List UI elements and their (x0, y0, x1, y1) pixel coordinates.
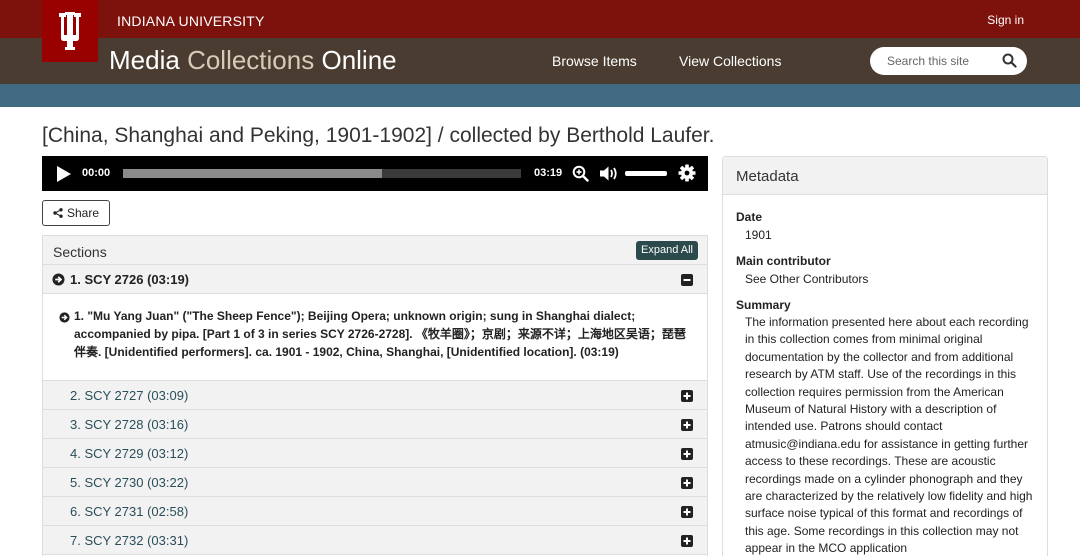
site-title-part3: Online (321, 45, 397, 75)
share-icon (53, 208, 63, 218)
share-label: Share (66, 206, 100, 220)
site-title-part2: Collections (187, 45, 315, 75)
section-row[interactable]: 5. SCY 2730 (03:22) (43, 468, 707, 497)
volume-icon[interactable] (599, 165, 619, 187)
metadata-panel: Metadata Date 1901 Main contributor See … (722, 156, 1048, 556)
expand-icon[interactable] (681, 418, 693, 436)
main-contributor-value: See Other Contributors (745, 272, 869, 286)
circle-arrow-right-icon (52, 273, 65, 291)
search-box (870, 47, 1027, 75)
trident-icon (59, 12, 81, 50)
section-row[interactable]: 6. SCY 2731 (02:58) (43, 497, 707, 526)
section-body: 1. "Mu Yang Juan" ("The Sheep Fence"); B… (43, 294, 707, 381)
section-row[interactable]: 4. SCY 2729 (03:12) (43, 439, 707, 468)
search-icon[interactable] (1002, 53, 1017, 73)
sections-title: Sections (53, 244, 107, 260)
site-title-part1: Media (109, 45, 180, 75)
accent-bar (0, 84, 1080, 107)
expand-icon[interactable] (681, 505, 693, 523)
section-row[interactable]: 7. SCY 2732 (03:31) (43, 526, 707, 555)
sign-in-link[interactable]: Sign in (987, 13, 1024, 27)
section-label: 5. SCY 2730 (03:22) (70, 475, 189, 490)
date-value: 1901 (745, 228, 772, 242)
section-row-open[interactable]: 1. SCY 2726 (03:19) (43, 265, 707, 294)
university-name[interactable]: INDIANA UNIVERSITY (117, 13, 265, 29)
section-item-link[interactable]: 1. "Mu Yang Juan" ("The Sheep Fence"); B… (74, 307, 694, 361)
expand-icon[interactable] (681, 476, 693, 494)
duration-time: 03:19 (534, 167, 563, 179)
current-time: 00:00 (82, 167, 111, 179)
expand-icon[interactable] (681, 534, 693, 552)
search-input[interactable] (887, 54, 997, 68)
play-icon[interactable] (56, 165, 72, 188)
metadata-title: Metadata (736, 168, 799, 185)
page-title: [China, Shanghai and Peking, 1901-1902] … (42, 124, 715, 147)
site-title[interactable]: Media Collections Online (109, 45, 397, 76)
collapse-icon[interactable] (681, 273, 693, 291)
section-label: 1. SCY 2726 (03:19) (70, 272, 189, 287)
share-button[interactable]: Share (42, 200, 110, 226)
nav-view-collections[interactable]: View Collections (679, 53, 781, 69)
main-contributor-label: Main contributor (736, 254, 831, 268)
settings-gear-icon[interactable] (678, 164, 696, 187)
summary-text: The information presented here about eac… (745, 315, 1033, 556)
audio-player: 00:00 03:19 (42, 156, 708, 191)
section-label: 2. SCY 2727 (03:09) (70, 388, 189, 403)
sections-panel: Sections Expand All 1. SCY 2726 (03:19) … (42, 235, 708, 556)
section-row[interactable]: 2. SCY 2727 (03:09) (43, 381, 707, 410)
expand-icon[interactable] (681, 389, 693, 407)
progress-bar[interactable] (123, 169, 521, 178)
expand-all-button[interactable]: Expand All (636, 241, 698, 260)
section-label: 7. SCY 2732 (03:31) (70, 533, 189, 548)
section-label: 3. SCY 2728 (03:16) (70, 417, 189, 432)
section-label: 4. SCY 2729 (03:12) (70, 446, 189, 461)
section-row[interactable]: 3. SCY 2728 (03:16) (43, 410, 707, 439)
zoom-icon[interactable] (572, 165, 589, 187)
date-label: Date (736, 210, 763, 224)
nav-browse-items[interactable]: Browse Items (552, 53, 637, 69)
buffered-bar (123, 169, 382, 178)
sections-header: Sections Expand All (43, 236, 707, 265)
summary-label: Summary (736, 298, 791, 312)
section-label: 6. SCY 2731 (02:58) (70, 504, 189, 519)
iu-trident-logo[interactable] (42, 0, 98, 62)
metadata-header: Metadata (723, 157, 1047, 195)
volume-slider[interactable] (625, 171, 667, 176)
expand-icon[interactable] (681, 447, 693, 465)
circle-arrow-right-icon (59, 310, 70, 328)
